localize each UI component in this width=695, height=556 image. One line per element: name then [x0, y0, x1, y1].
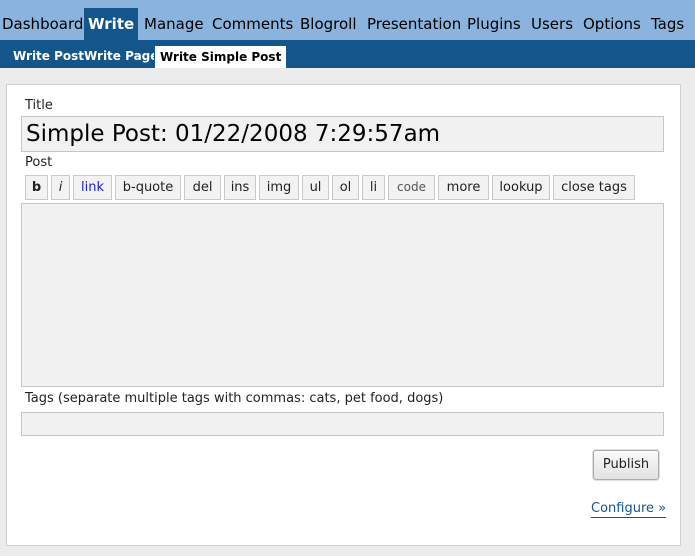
quicktag-ul-button[interactable]: ul [302, 175, 329, 200]
nav-manage[interactable]: Manage [144, 8, 204, 42]
title-input[interactable]: Simple Post: 01/22/2008 7:29:57am [21, 116, 664, 152]
nav-blogroll[interactable]: Blogroll [300, 8, 357, 42]
quicktag-li-button[interactable]: li [362, 175, 385, 200]
quicktag-more-button[interactable]: more [438, 175, 489, 200]
quicktag-bquote-button[interactable]: b-quote [115, 175, 181, 200]
quicktag-del-button[interactable]: del [184, 175, 221, 200]
title-label: Title [25, 98, 53, 113]
quicktag-link-button[interactable]: link [73, 175, 112, 200]
quicktag-italic-button[interactable]: i [51, 175, 70, 200]
sub-nav: Write Post Write Page Write Simple Post [0, 42, 695, 68]
quicktag-img-button[interactable]: img [259, 175, 299, 200]
tags-input[interactable] [21, 412, 664, 436]
quicktag-lookup-button[interactable]: lookup [492, 175, 550, 200]
subnav-write-simple-post[interactable]: Write Simple Post [154, 45, 288, 68]
quicktag-ins-button[interactable]: ins [224, 175, 256, 200]
post-label: Post [25, 155, 53, 170]
nav-options[interactable]: Options [583, 8, 641, 42]
nav-dashboard[interactable]: Dashboard [2, 8, 83, 42]
tags-label: Tags (separate multiple tags with commas… [25, 391, 444, 406]
subnav-write-page[interactable]: Write Page [84, 45, 158, 68]
nav-write[interactable]: Write [84, 8, 139, 42]
quicktag-code-button[interactable]: code [388, 175, 435, 200]
nav-users[interactable]: Users [531, 8, 573, 42]
nav-presentation[interactable]: Presentation [367, 8, 461, 42]
quicktag-close-tags-button[interactable]: close tags [553, 175, 635, 200]
nav-plugins[interactable]: Plugins [467, 8, 521, 42]
main-nav: Dashboard Write Manage Comments Blogroll… [0, 8, 695, 42]
top-strip [0, 0, 695, 8]
quicktag-bold-button[interactable]: b [25, 175, 48, 200]
configure-link[interactable]: Configure » [591, 501, 667, 518]
quicktag-ol-button[interactable]: ol [332, 175, 359, 200]
post-content-textarea[interactable] [21, 203, 664, 387]
publish-button[interactable]: Publish [593, 450, 659, 480]
nav-comments[interactable]: Comments [212, 8, 293, 42]
subnav-write-post[interactable]: Write Post [13, 45, 84, 68]
nav-tags[interactable]: Tags [651, 8, 684, 42]
